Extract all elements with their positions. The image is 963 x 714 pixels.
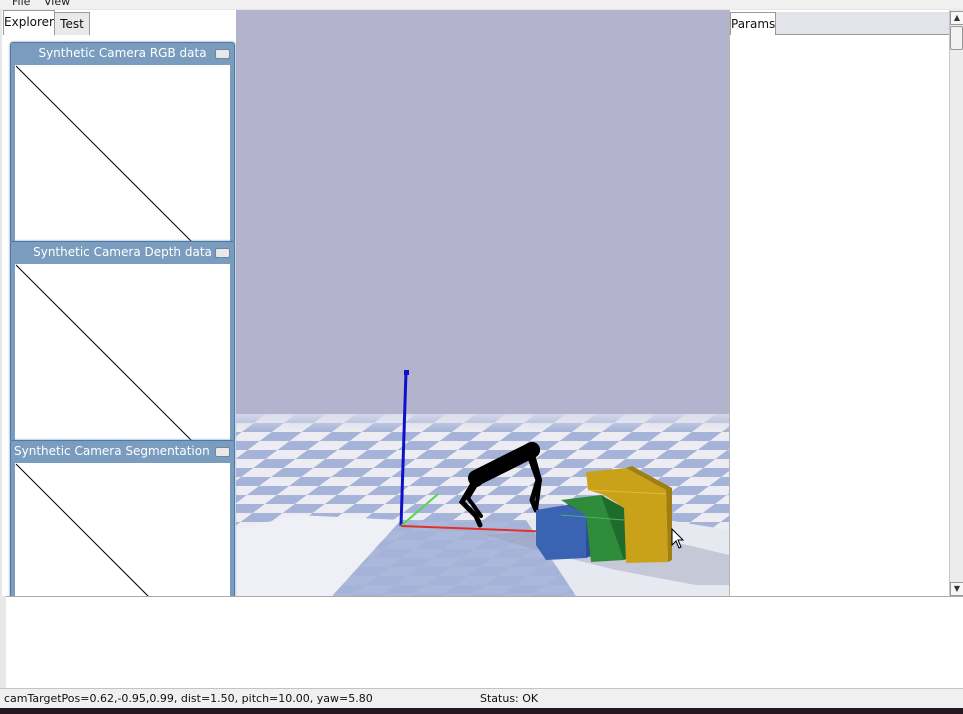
camera-rgb-window[interactable]: Synthetic Camera RGB data [10, 42, 235, 244]
minimize-icon[interactable] [215, 447, 230, 457]
params-tab-strip [775, 12, 949, 35]
camera-depth-canvas [15, 264, 230, 442]
status-bar: camTargetPos=0.62,-0.95,0.99, dist=1.50,… [0, 688, 963, 709]
console-area[interactable] [6, 596, 963, 689]
status-text: Status: OK [480, 692, 539, 705]
menu-file[interactable]: File [12, 0, 30, 8]
scroll-down-icon[interactable]: ▼ [950, 582, 963, 596]
camera-rgb-title: Synthetic Camera RGB data [38, 46, 207, 60]
tab-params[interactable]: Params [730, 12, 776, 35]
scene-render[interactable] [236, 10, 729, 596]
minimize-icon[interactable] [215, 49, 230, 59]
3d-viewport[interactable] [236, 10, 729, 596]
menu-view[interactable]: View [44, 0, 70, 8]
camera-segmentation-title: Synthetic Camera Segmentation Mask [14, 444, 214, 458]
minimize-icon[interactable] [215, 248, 230, 258]
sky [236, 10, 729, 416]
scroll-up-icon[interactable]: ▲ [950, 11, 963, 25]
camera-rgb-canvas [15, 65, 230, 243]
camera-depth-title: Synthetic Camera Depth data [33, 245, 212, 259]
vertical-scrollbar[interactable] [949, 10, 963, 596]
params-pane [729, 10, 950, 596]
camera-depth-window[interactable]: Synthetic Camera Depth data [10, 241, 235, 443]
menu-bar: File View [0, 0, 963, 9]
window-bottom-edge [0, 708, 963, 714]
tab-test[interactable]: Test [54, 12, 90, 35]
scrollbar-thumb[interactable] [950, 26, 963, 50]
tab-explorer[interactable]: Explorer [3, 10, 55, 35]
camera-status-text: camTargetPos=0.62,-0.95,0.99, dist=1.50,… [4, 692, 373, 705]
